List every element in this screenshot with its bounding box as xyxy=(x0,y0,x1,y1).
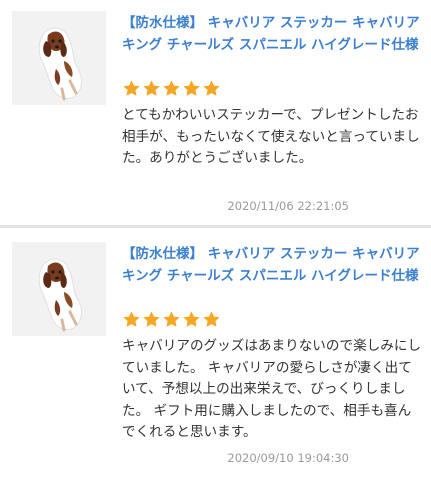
star-icon xyxy=(203,80,220,96)
review-date: 2020/09/10 19:04:30 xyxy=(227,451,349,465)
star-icon xyxy=(143,311,160,327)
star-icon xyxy=(123,80,140,96)
product-thumbnail[interactable] xyxy=(12,242,106,336)
star-icon xyxy=(163,311,180,327)
product-title-link[interactable]: 【防水仕様】 キャバリア ステッカー キャバリア キング チャールズ スパニエル… xyxy=(122,13,422,56)
star-icon xyxy=(123,311,140,327)
star-icon xyxy=(183,80,200,96)
dog-sticker-icon xyxy=(38,258,82,332)
review-divider xyxy=(0,225,431,228)
dog-sticker-icon xyxy=(38,27,82,101)
star-icon xyxy=(183,311,200,327)
star-rating xyxy=(122,310,222,330)
star-rating xyxy=(122,79,222,99)
review-text: キャバリアのグッズはあまりないので楽しみにしていました。 キャバリアの愛らしさが… xyxy=(122,338,422,441)
product-thumbnail[interactable] xyxy=(12,11,106,105)
review-item: 【防水仕様】 キャバリア ステッカー キャバリア キング チャールズ スパニエル… xyxy=(0,231,431,483)
product-title-link[interactable]: 【防水仕様】 キャバリア ステッカー キャバリア キング チャールズ スパニエル… xyxy=(122,244,422,287)
review-text: とてもかわいいステッカーで、プレゼントしたお相手が、もったいなくて使えないと言っ… xyxy=(122,107,420,167)
star-icon xyxy=(203,311,220,327)
review-item: 【防水仕様】 キャバリア ステッカー キャバリア キング チャールズ スパニエル… xyxy=(0,0,431,222)
review-date: 2020/11/06 22:21:05 xyxy=(227,199,349,213)
star-icon xyxy=(143,80,160,96)
star-icon xyxy=(163,80,180,96)
